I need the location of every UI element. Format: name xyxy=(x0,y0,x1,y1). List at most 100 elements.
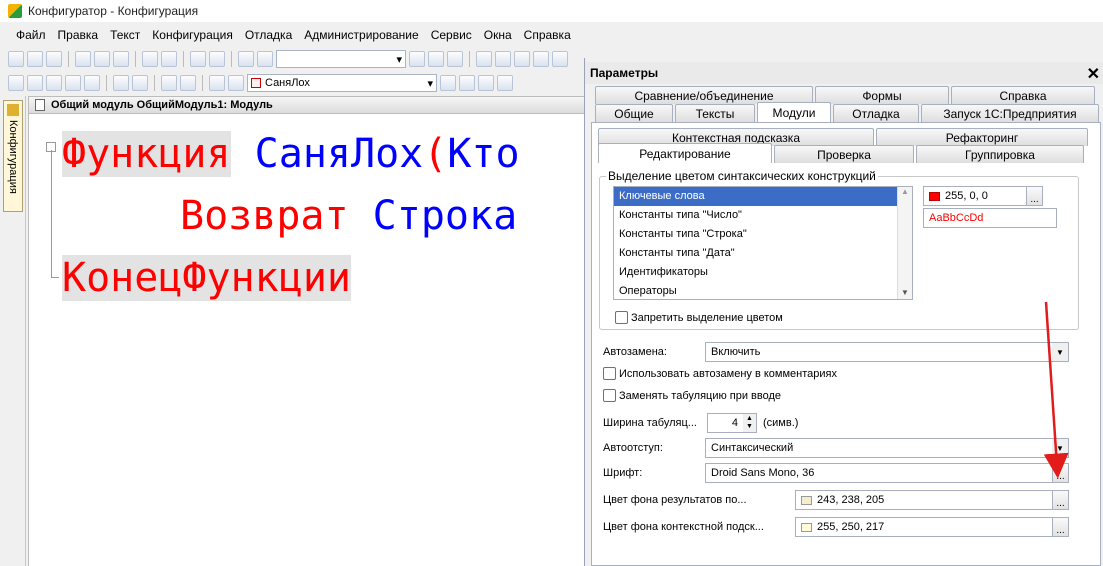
subtab-row-2: Редактирование Проверка Группировка xyxy=(598,143,1086,163)
wizard-icon[interactable] xyxy=(495,51,511,67)
autoindent-select[interactable]: Синтаксический ▼ xyxy=(705,438,1069,458)
tab-general[interactable]: Общие xyxy=(595,104,673,122)
checkbox-box[interactable] xyxy=(603,389,616,402)
breakpoint-icon[interactable] xyxy=(497,75,513,91)
find-icon[interactable] xyxy=(238,51,254,67)
syntax-check-icon[interactable] xyxy=(459,75,475,91)
menu-service[interactable]: Сервис xyxy=(429,28,474,42)
choose-color-button[interactable]: ... xyxy=(1052,518,1068,536)
new-icon[interactable] xyxy=(8,51,24,67)
search-icon[interactable] xyxy=(257,51,273,67)
subtab-refactoring[interactable]: Рефакторинг xyxy=(876,128,1088,146)
debug-icon[interactable] xyxy=(478,75,494,91)
undo-icon[interactable] xyxy=(190,51,206,67)
list-item[interactable]: Константы типа "Дата" xyxy=(614,244,912,263)
code-editor[interactable] xyxy=(28,114,590,566)
disable-highlight-label: Запретить выделение цветом xyxy=(631,311,783,324)
constructor-icon[interactable] xyxy=(132,75,148,91)
menu-text[interactable]: Текст xyxy=(108,28,142,42)
save-icon[interactable] xyxy=(46,51,62,67)
info-icon[interactable] xyxy=(552,51,568,67)
scroll-down-icon[interactable]: ▼ xyxy=(898,288,912,297)
clear-search-icon[interactable] xyxy=(409,51,425,67)
menu-administration[interactable]: Администрирование xyxy=(302,28,420,42)
stepper-arrows-icon[interactable]: ▲ ▼ xyxy=(743,414,756,432)
menu-help[interactable]: Справка xyxy=(522,28,573,42)
window-icon[interactable] xyxy=(476,51,492,67)
close-icon[interactable]: ✕ xyxy=(1087,64,1100,84)
menu-debug[interactable]: Отладка xyxy=(243,28,294,42)
font-field[interactable]: Droid Sans Mono, 36 ... xyxy=(705,463,1069,483)
list-item[interactable]: Идентификаторы xyxy=(614,263,912,282)
procedure-combo[interactable]: СаняЛох ▾ xyxy=(247,74,437,92)
dialog-title: Параметры xyxy=(590,66,659,80)
find-next-icon[interactable] xyxy=(447,51,463,67)
choose-color-button[interactable]: ... xyxy=(1052,491,1068,509)
menu-file[interactable]: Файл xyxy=(14,28,48,42)
subtab-check[interactable]: Проверка xyxy=(774,145,914,163)
scroll-up-icon[interactable]: ▲ xyxy=(898,187,912,196)
dropdown-arrow-icon[interactable] xyxy=(440,75,456,91)
db-icon[interactable] xyxy=(46,75,62,91)
toolbar-text: СаняЛох ▾ xyxy=(8,72,598,94)
open-icon[interactable] xyxy=(27,51,43,67)
menu-edit[interactable]: Правка xyxy=(56,28,101,42)
font-label: Шрифт: xyxy=(603,467,643,479)
subtab-editing[interactable]: Редактирование xyxy=(598,143,772,163)
tab-debug[interactable]: Отладка xyxy=(833,104,919,122)
cut-icon[interactable] xyxy=(75,51,91,67)
choose-color-button[interactable]: ... xyxy=(1026,187,1042,205)
fold-line xyxy=(51,277,59,278)
checkbox-box[interactable] xyxy=(615,311,628,324)
list-item[interactable]: Константы типа "Строка" xyxy=(614,225,912,244)
disable-highlight-checkbox[interactable]: Запретить выделение цветом xyxy=(615,311,783,324)
list-item[interactable]: Операторы xyxy=(614,282,912,301)
tab-launch-enterprise[interactable]: Запуск 1С:Предприятия xyxy=(921,104,1099,122)
toolbar-separator xyxy=(202,75,203,91)
paste-icon[interactable] xyxy=(113,51,129,67)
format-icon[interactable] xyxy=(209,75,225,91)
print-icon[interactable] xyxy=(142,51,158,67)
module-icon[interactable] xyxy=(8,75,24,91)
list-item[interactable]: Константы типа "Число" xyxy=(614,206,912,225)
chevron-down-icon[interactable]: ▼ xyxy=(1052,343,1068,361)
context-bg-color-field[interactable]: 255, 250, 217 ... xyxy=(795,517,1069,537)
help-icon[interactable] xyxy=(514,51,530,67)
copy-icon[interactable] xyxy=(94,51,110,67)
tab-help[interactable]: Справка xyxy=(951,86,1095,104)
choose-font-button[interactable]: ... xyxy=(1052,464,1068,482)
code-operator: ( xyxy=(423,131,448,177)
checkbox-box[interactable] xyxy=(603,367,616,380)
tab-modules[interactable]: Модули xyxy=(757,102,831,122)
grid-icon[interactable] xyxy=(65,75,81,91)
uncomment-icon[interactable] xyxy=(180,75,196,91)
search-combo[interactable]: ▾ xyxy=(276,50,406,68)
tab-width-stepper[interactable]: 4 ▲ ▼ xyxy=(707,413,757,433)
autoreplace-comments-checkbox[interactable]: Использовать автозамену в комментариях xyxy=(603,367,837,380)
arrow-menu-icon[interactable] xyxy=(84,75,100,91)
editor-title: Общий модуль ОбщийМодуль1: Модуль xyxy=(51,99,273,111)
menu-windows[interactable]: Окна xyxy=(482,28,514,42)
form-icon[interactable] xyxy=(27,75,43,91)
comment-icon[interactable] xyxy=(161,75,177,91)
keyword-color-field[interactable]: 255, 0, 0 ... xyxy=(923,186,1043,206)
results-bg-color-field[interactable]: 243, 238, 205 ... xyxy=(795,490,1069,510)
book-icon[interactable] xyxy=(533,51,549,67)
color-sample: AaBbCcDd xyxy=(923,208,1057,228)
list-item[interactable]: Ключевые слова xyxy=(614,187,912,206)
subtab-grouping[interactable]: Группировка xyxy=(916,145,1084,163)
replace-tabs-checkbox[interactable]: Заменять табуляцию при вводе xyxy=(603,389,781,402)
find-prev-icon[interactable] xyxy=(428,51,444,67)
chevron-down-icon[interactable]: ▼ xyxy=(1052,439,1068,457)
tab-texts[interactable]: Тексты xyxy=(675,104,755,122)
preview-icon[interactable] xyxy=(161,51,177,67)
sidebar-tab-configuration[interactable]: Конфигурация xyxy=(3,100,23,212)
redo-icon[interactable] xyxy=(209,51,225,67)
scrollbar[interactable]: ▲ ▼ xyxy=(897,187,912,299)
syntax-list[interactable]: Ключевые слова Константы типа "Число" Ко… xyxy=(613,186,913,300)
autoreplace-select[interactable]: Включить ▼ xyxy=(705,342,1069,362)
tab-forms[interactable]: Формы xyxy=(815,86,949,104)
procedure-icon[interactable] xyxy=(228,75,244,91)
template-icon[interactable] xyxy=(113,75,129,91)
menu-configuration[interactable]: Конфигурация xyxy=(150,28,235,42)
